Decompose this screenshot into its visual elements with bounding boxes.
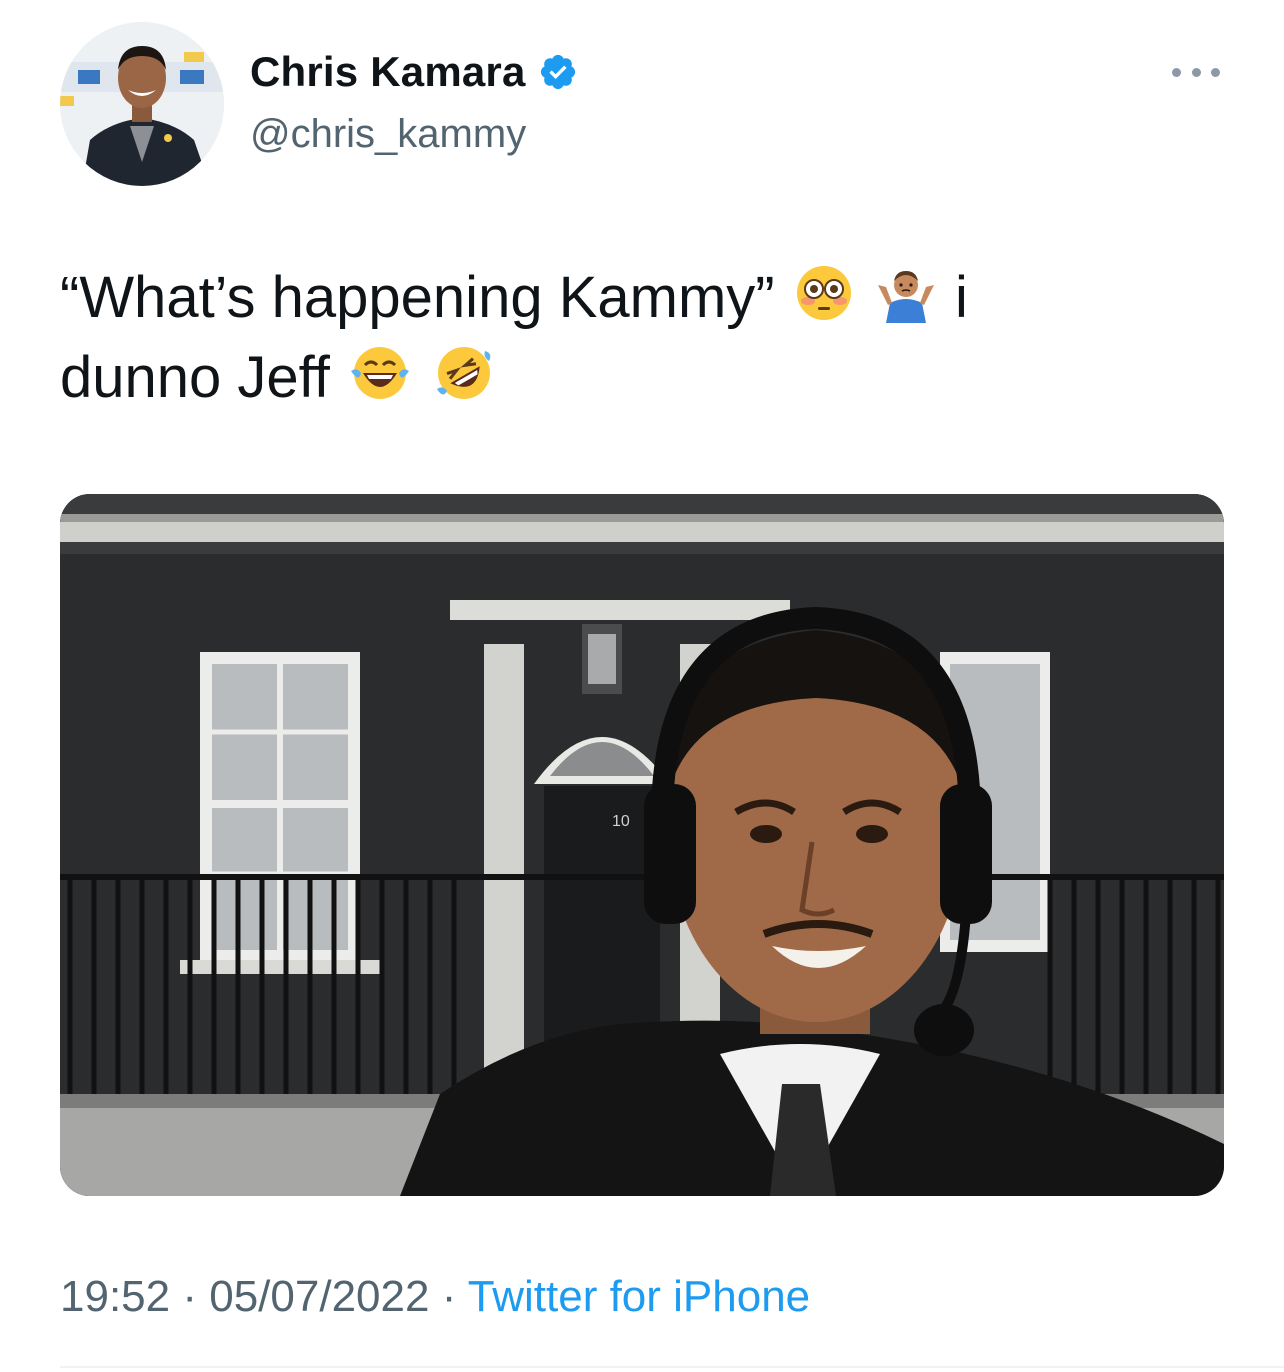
tweet-text-part: i [954,265,968,330]
tweet-date[interactable]: 05/07/2022 [209,1272,429,1321]
ellipsis-dot [1191,67,1201,77]
tweet-source-link[interactable]: Twitter for iPhone [468,1272,810,1321]
tweet-time[interactable]: 19:52 [60,1272,170,1321]
meta-separator: · [182,1272,197,1321]
verified-badge-icon [538,52,578,92]
avatar[interactable] [60,22,224,186]
meta-separator: · [441,1272,457,1321]
profile-photo [60,22,224,186]
rolling-on-the-floor-laughing-icon [433,343,495,403]
ellipsis-icon[interactable] [1172,60,1220,84]
tweet-meta: 19:52 · 05/07/2022 · Twitter for iPhone [60,1272,810,1322]
door-number: 10 [612,813,630,830]
tweet-text: “What’s happening Kammy” i dunno Jeff [60,258,1220,418]
ellipsis-dot [1172,67,1181,77]
person-shrugging-icon [876,263,936,323]
tweet: Chris Kamara @chris_kammy “What’s happen… [0,0,1284,1372]
face-with-tears-of-joy-icon [349,343,411,403]
tweet-photo[interactable]: 10 [60,494,1224,1196]
divider [60,1366,1284,1368]
downing-street-photo: 10 [60,494,1224,1196]
tweet-text-part: “What’s happening Kammy” [60,265,775,330]
flushed-face-icon [794,263,854,323]
ellipsis-dot [1211,67,1220,77]
tweet-text-part: dunno Jeff [60,345,330,410]
author-display-name[interactable]: Chris Kamara [250,48,526,96]
author-name-row: Chris Kamara [250,48,578,96]
author-handle[interactable]: @chris_kammy [250,112,526,157]
